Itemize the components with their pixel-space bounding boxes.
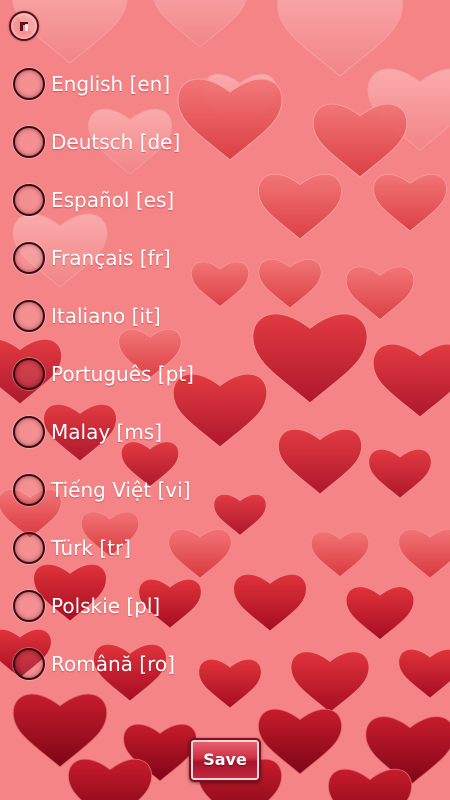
language-option-en[interactable]: English [en] <box>0 60 300 108</box>
language-option-ro[interactable]: Română [ro] <box>0 640 300 688</box>
radio-button[interactable] <box>13 184 45 216</box>
back-button[interactable] <box>9 11 39 41</box>
radio-button[interactable] <box>13 242 45 274</box>
language-label: Español [es] <box>51 188 175 212</box>
language-option-ms[interactable]: Malay [ms] <box>0 408 300 456</box>
radio-button[interactable] <box>13 648 45 680</box>
radio-button[interactable] <box>13 68 45 100</box>
radio-button[interactable] <box>13 474 45 506</box>
language-label: Polskie [pl] <box>51 594 161 618</box>
language-label: Português [pt] <box>51 362 194 386</box>
radio-button[interactable] <box>13 416 45 448</box>
language-label: English [en] <box>51 72 171 96</box>
language-label: Italiano [it] <box>51 304 161 328</box>
radio-button[interactable] <box>13 532 45 564</box>
language-label: Tiếng Việt [vi] <box>51 478 191 502</box>
radio-button[interactable] <box>13 358 45 390</box>
radio-button[interactable] <box>13 126 45 158</box>
save-button[interactable]: Save <box>189 738 261 782</box>
radio-button[interactable] <box>13 590 45 622</box>
language-option-fr[interactable]: Français [fr] <box>0 234 300 282</box>
language-option-it[interactable]: Italiano [it] <box>0 292 300 340</box>
language-option-de[interactable]: Deutsch [de] <box>0 118 300 166</box>
language-label: Malay [ms] <box>51 420 163 444</box>
language-option-es[interactable]: Español [es] <box>0 176 300 224</box>
language-option-vi[interactable]: Tiếng Việt [vi] <box>0 466 300 514</box>
radio-button[interactable] <box>13 300 45 332</box>
language-option-pt[interactable]: Português [pt] <box>0 350 300 398</box>
language-option-pl[interactable]: Polskie [pl] <box>0 582 300 630</box>
language-option-tr[interactable]: Türk [tr] <box>0 524 300 572</box>
language-label: Français [fr] <box>51 246 171 270</box>
language-label: Română [ro] <box>51 652 175 676</box>
language-label: Türk [tr] <box>51 536 131 560</box>
language-label: Deutsch [de] <box>51 130 181 154</box>
back-icon <box>20 22 28 31</box>
